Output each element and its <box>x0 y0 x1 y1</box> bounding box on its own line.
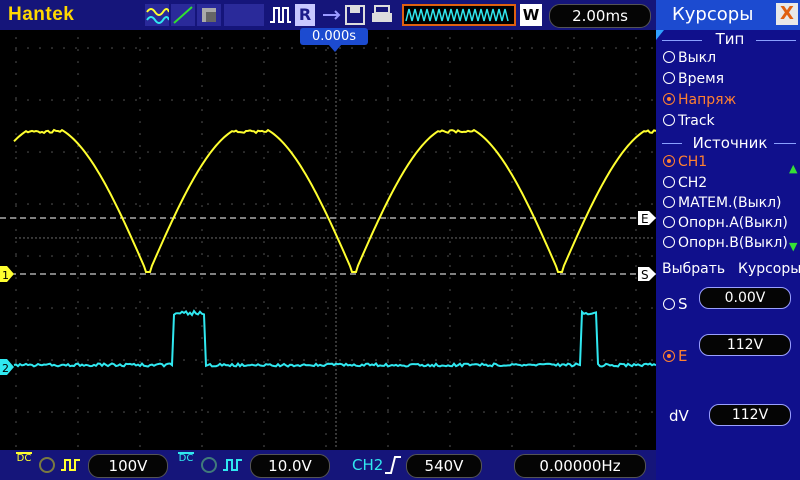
usb-icon <box>320 4 342 26</box>
save-disk-icon[interactable] <box>344 4 366 26</box>
brand-logo: Hantek <box>8 4 74 26</box>
radio-selected-icon <box>663 155 675 167</box>
trigger-position-marker <box>328 44 342 52</box>
timebase-readout[interactable]: 2.00ms <box>549 4 651 28</box>
type-option-off[interactable]: Выкл <box>663 50 716 66</box>
radio-icon <box>663 72 675 84</box>
trigger-level-readout[interactable]: 540V <box>406 454 482 478</box>
radio-selected-icon <box>663 350 675 362</box>
cursor-s-marker[interactable]: S <box>638 267 656 282</box>
ch2-coupling-bar <box>178 452 194 458</box>
svg-text:S: S <box>641 268 649 282</box>
top-toolbar: Hantek R W 2.00ms <box>0 0 656 30</box>
pulse-trigger-icon[interactable] <box>268 4 292 26</box>
ch2-bandwidth-icon <box>200 456 218 474</box>
radio-icon <box>663 114 675 126</box>
close-icon[interactable]: X <box>776 3 798 25</box>
frequency-readout: 0.00000Hz <box>514 454 646 478</box>
scroll-down-icon[interactable]: ▼ <box>789 240 797 253</box>
run-state-indicator[interactable]: R <box>295 4 315 26</box>
type-option-track[interactable]: Track <box>663 113 715 129</box>
source-option-math[interactable]: MATEM.(Выкл) <box>663 195 781 211</box>
type-option-voltage[interactable]: Напряж <box>663 92 736 108</box>
cursor-e-marker[interactable]: E <box>638 211 656 226</box>
type-section-title: Тип <box>660 30 800 48</box>
type-option-time[interactable]: Время <box>663 71 724 87</box>
ch2-waveform <box>14 311 656 366</box>
rising-edge-icon[interactable] <box>384 455 402 475</box>
radio-icon <box>663 298 675 310</box>
cursor-s-value[interactable]: 0.00V <box>699 287 791 309</box>
cursors-menu-panel: Курсоры X Тип Выкл Время Напряж Track Ис… <box>656 0 800 480</box>
source-section-title: Источник <box>660 134 800 152</box>
source-option-ch1[interactable]: CH1 <box>663 154 707 170</box>
cursor-s-option[interactable]: S <box>663 295 688 313</box>
scroll-up-icon[interactable]: ▲ <box>789 162 797 175</box>
acquire-mode-indicator[interactable]: W <box>520 4 542 26</box>
radio-icon <box>663 51 675 63</box>
radio-icon <box>663 196 675 208</box>
waveform-display-icon[interactable] <box>145 4 169 26</box>
persistence-icon[interactable] <box>197 4 221 26</box>
ch1-bandwidth-icon <box>38 456 56 474</box>
xy-mode-icon[interactable] <box>171 4 195 26</box>
panel-title: Курсоры <box>672 4 753 25</box>
radio-icon <box>663 176 675 188</box>
bottom-status-bar: DC 100V DC 10.0V CH2 540V 0.00000Hz <box>0 450 656 480</box>
ch2-ground-marker[interactable]: 2 <box>0 359 14 375</box>
blank-toolbar-slot <box>224 4 264 26</box>
source-option-ref-b[interactable]: Опорн.B(Выкл) <box>663 235 794 251</box>
cursor-label: Курсоры <box>738 261 800 277</box>
cursor-e-value[interactable]: 112V <box>699 334 791 356</box>
printer-icon[interactable] <box>370 4 394 26</box>
radio-icon <box>663 216 675 228</box>
cursor-e-option[interactable]: E <box>663 347 687 365</box>
ch1-volts-readout[interactable]: 100V <box>88 454 168 478</box>
panel-header: Курсоры X <box>656 0 800 30</box>
ch2-invert-icon <box>222 456 244 474</box>
ch1-coupling-bar <box>16 452 32 458</box>
trigger-time-readout[interactable]: 0.000s <box>300 28 368 45</box>
select-label: Выбрать <box>662 261 725 277</box>
trigger-source-label[interactable]: CH2 <box>352 456 383 474</box>
delta-v-label: dV <box>669 407 689 425</box>
ch1-waveform <box>14 130 656 272</box>
svg-text:2: 2 <box>2 362 9 375</box>
source-option-ref-a[interactable]: Опорн.A(Выкл) <box>663 215 788 231</box>
source-option-ch2[interactable]: CH2 <box>663 175 707 191</box>
svg-text:E: E <box>641 212 649 226</box>
delta-v-value: 112V <box>709 404 791 426</box>
ch1-invert-icon <box>60 456 82 474</box>
radio-icon <box>663 236 675 248</box>
memory-position-icon <box>402 4 516 26</box>
svg-text:1: 1 <box>2 269 9 282</box>
ch2-volts-readout[interactable]: 10.0V <box>250 454 330 478</box>
radio-selected-icon <box>663 93 675 105</box>
waveform-display[interactable]: 1 2 E S <box>0 30 656 450</box>
graticule-grid <box>15 37 653 447</box>
ch1-ground-marker[interactable]: 1 <box>0 266 14 282</box>
